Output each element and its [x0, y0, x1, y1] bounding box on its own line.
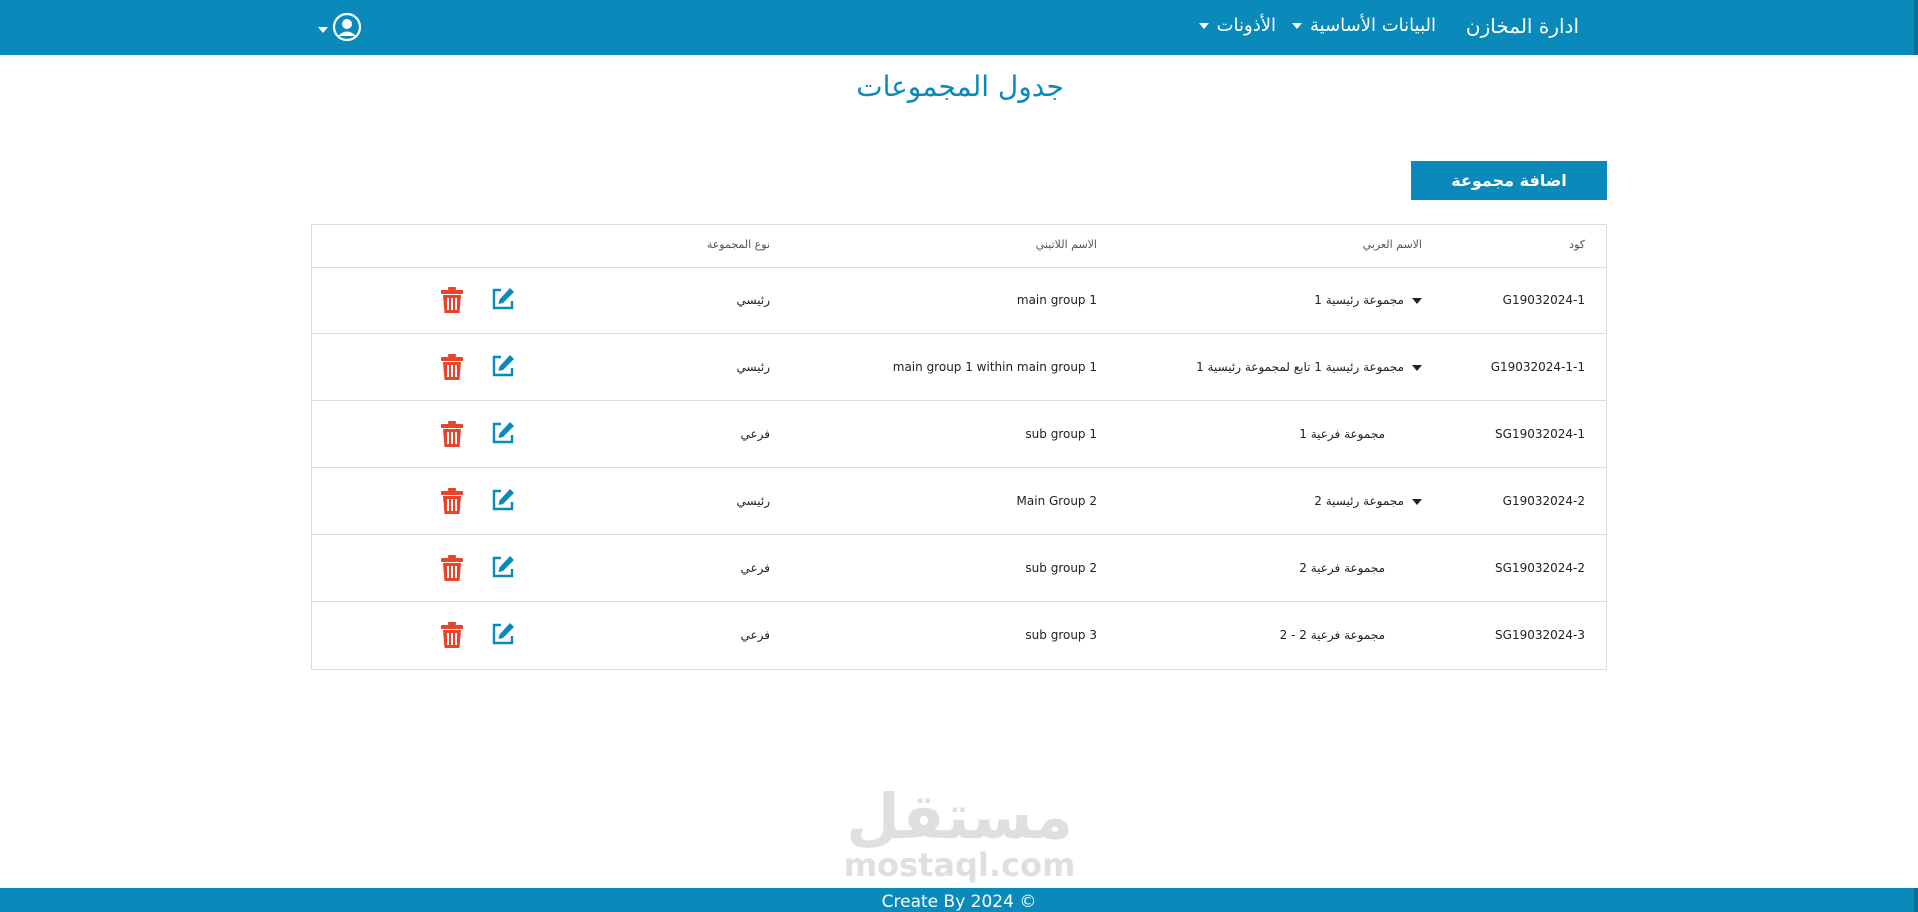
groups-table: كود الاسم العربي الاسم اللاتيني نوع المج… [311, 224, 1607, 670]
cell-latin-name: Main Group 2 [1016, 494, 1097, 508]
cell-arabic-name: مجموعة فرعية 2 - 2 [1280, 628, 1385, 642]
cell-arabic-name-text: مجموعة رئيسية 2 [1314, 494, 1404, 508]
caret-down-icon[interactable] [1412, 498, 1422, 505]
edit-icon[interactable] [490, 554, 516, 584]
nav-basic-data-label: البيانات الأساسية [1310, 15, 1436, 36]
cell-group-type: رئيسي [736, 293, 770, 307]
cell-latin-name: main group 1 [1016, 293, 1097, 307]
top-navbar: ادارة المخازن البيانات الأساسية الأذونات [0, 0, 1918, 55]
header-code: كود [1569, 238, 1585, 251]
cell-arabic-name-text: مجموعة رئيسية 1 تابع لمجموعة رئيسية 1 [1196, 360, 1404, 374]
watermark-latin: mostaql.com [843, 846, 1076, 884]
app-brand[interactable]: ادارة المخازن [1466, 14, 1579, 38]
cell-code: SG19032024-1 [1495, 427, 1585, 441]
cell-latin-name: sub group 2 [1025, 561, 1097, 575]
header-latin-name: الاسم اللاتيني [1035, 238, 1097, 251]
table-row: G19032024-2 مجموعة رئيسية 2 Main Group 2 رئ… [312, 468, 1606, 535]
table-row: SG19032024-1 مجموعة فرعية 1 sub group 1 فرع… [312, 401, 1606, 468]
nav-permissions-menu[interactable]: الأذونات [1198, 15, 1276, 36]
table-row: SG19032024-3 مجموعة فرعية 2 - 2 sub group … [312, 602, 1606, 669]
cell-arabic-name-text: مجموعة فرعية 2 [1299, 561, 1385, 575]
cell-code: G19032024-2 [1502, 494, 1585, 508]
caret-down-icon [318, 27, 328, 33]
table-row: G19032024-1 مجموعة رئيسية 1 main group 1 رئ… [312, 267, 1606, 334]
trash-icon[interactable] [440, 554, 464, 586]
cell-arabic-name: مجموعة فرعية 1 [1299, 427, 1385, 441]
caret-down-icon[interactable] [1412, 297, 1422, 304]
cell-group-type: فرعي [740, 427, 770, 441]
edit-icon[interactable] [490, 487, 516, 517]
edit-icon[interactable] [490, 621, 516, 651]
cell-code: SG19032024-2 [1495, 561, 1585, 575]
table-header: كود الاسم العربي الاسم اللاتيني نوع المج… [312, 225, 1606, 268]
add-group-button[interactable]: اضافة مجموعة [1411, 161, 1607, 200]
cell-code: SG19032024-3 [1495, 628, 1585, 642]
edit-icon[interactable] [490, 286, 516, 316]
cell-arabic-name: مجموعة فرعية 2 [1299, 561, 1385, 575]
table-row: G19032024-1-1 مجموعة رئيسية 1 تابع لمجموع… [312, 334, 1606, 401]
table-row: SG19032024-2 مجموعة فرعية 2 sub group 2 فرع… [312, 535, 1606, 602]
header-arabic-name: الاسم العربي [1362, 238, 1422, 251]
footer: Create By 2024 © [0, 888, 1918, 912]
nav-permissions-label: الأذونات [1216, 15, 1276, 36]
cell-arabic-name-text: مجموعة فرعية 1 [1299, 427, 1385, 441]
header-group-type: نوع المجموعة [706, 238, 770, 251]
footer-text: Create By 2024 © [881, 892, 1037, 912]
trash-icon[interactable] [440, 353, 464, 385]
caret-down-icon [1292, 23, 1302, 29]
cell-code: G19032024-1 [1502, 293, 1585, 307]
page-title-text: جدول المجموعات [856, 70, 1064, 103]
edit-icon[interactable] [490, 353, 516, 383]
edit-icon[interactable] [490, 420, 516, 450]
cell-group-type: فرعي [740, 561, 770, 575]
watermark-arabic: مستقل [846, 780, 1073, 853]
cell-arabic-name-text: مجموعة رئيسية 1 [1314, 293, 1404, 307]
cell-latin-name: main group 1 within main group 1 [892, 360, 1097, 374]
caret-down-icon[interactable] [1412, 364, 1422, 371]
watermark-logo: مستقل mostaql.com [843, 782, 1076, 888]
page-title: جدول المجموعات [0, 70, 1918, 103]
trash-icon[interactable] [440, 487, 464, 519]
nav-basic-data-menu[interactable]: البيانات الأساسية [1292, 15, 1436, 36]
cell-arabic-name[interactable]: مجموعة رئيسية 1 تابع لمجموعة رئيسية 1 [1196, 360, 1422, 374]
user-circle-icon [332, 12, 362, 42]
cell-arabic-name[interactable]: مجموعة رئيسية 1 [1314, 293, 1422, 307]
trash-icon[interactable] [440, 621, 464, 653]
cell-arabic-name[interactable]: مجموعة رئيسية 2 [1314, 494, 1422, 508]
cell-group-type: رئيسي [736, 494, 770, 508]
cell-arabic-name-text: مجموعة فرعية 2 - 2 [1279, 628, 1385, 642]
cell-latin-name: sub group 3 [1025, 628, 1097, 642]
trash-icon[interactable] [440, 420, 464, 452]
cell-group-type: رئيسي [736, 360, 770, 374]
caret-down-icon [1198, 23, 1209, 29]
trash-icon[interactable] [440, 286, 464, 318]
cell-group-type: فرعي [740, 628, 770, 642]
cell-latin-name: sub group 1 [1025, 427, 1097, 441]
cell-code: G19032024-1-1 [1490, 360, 1585, 374]
